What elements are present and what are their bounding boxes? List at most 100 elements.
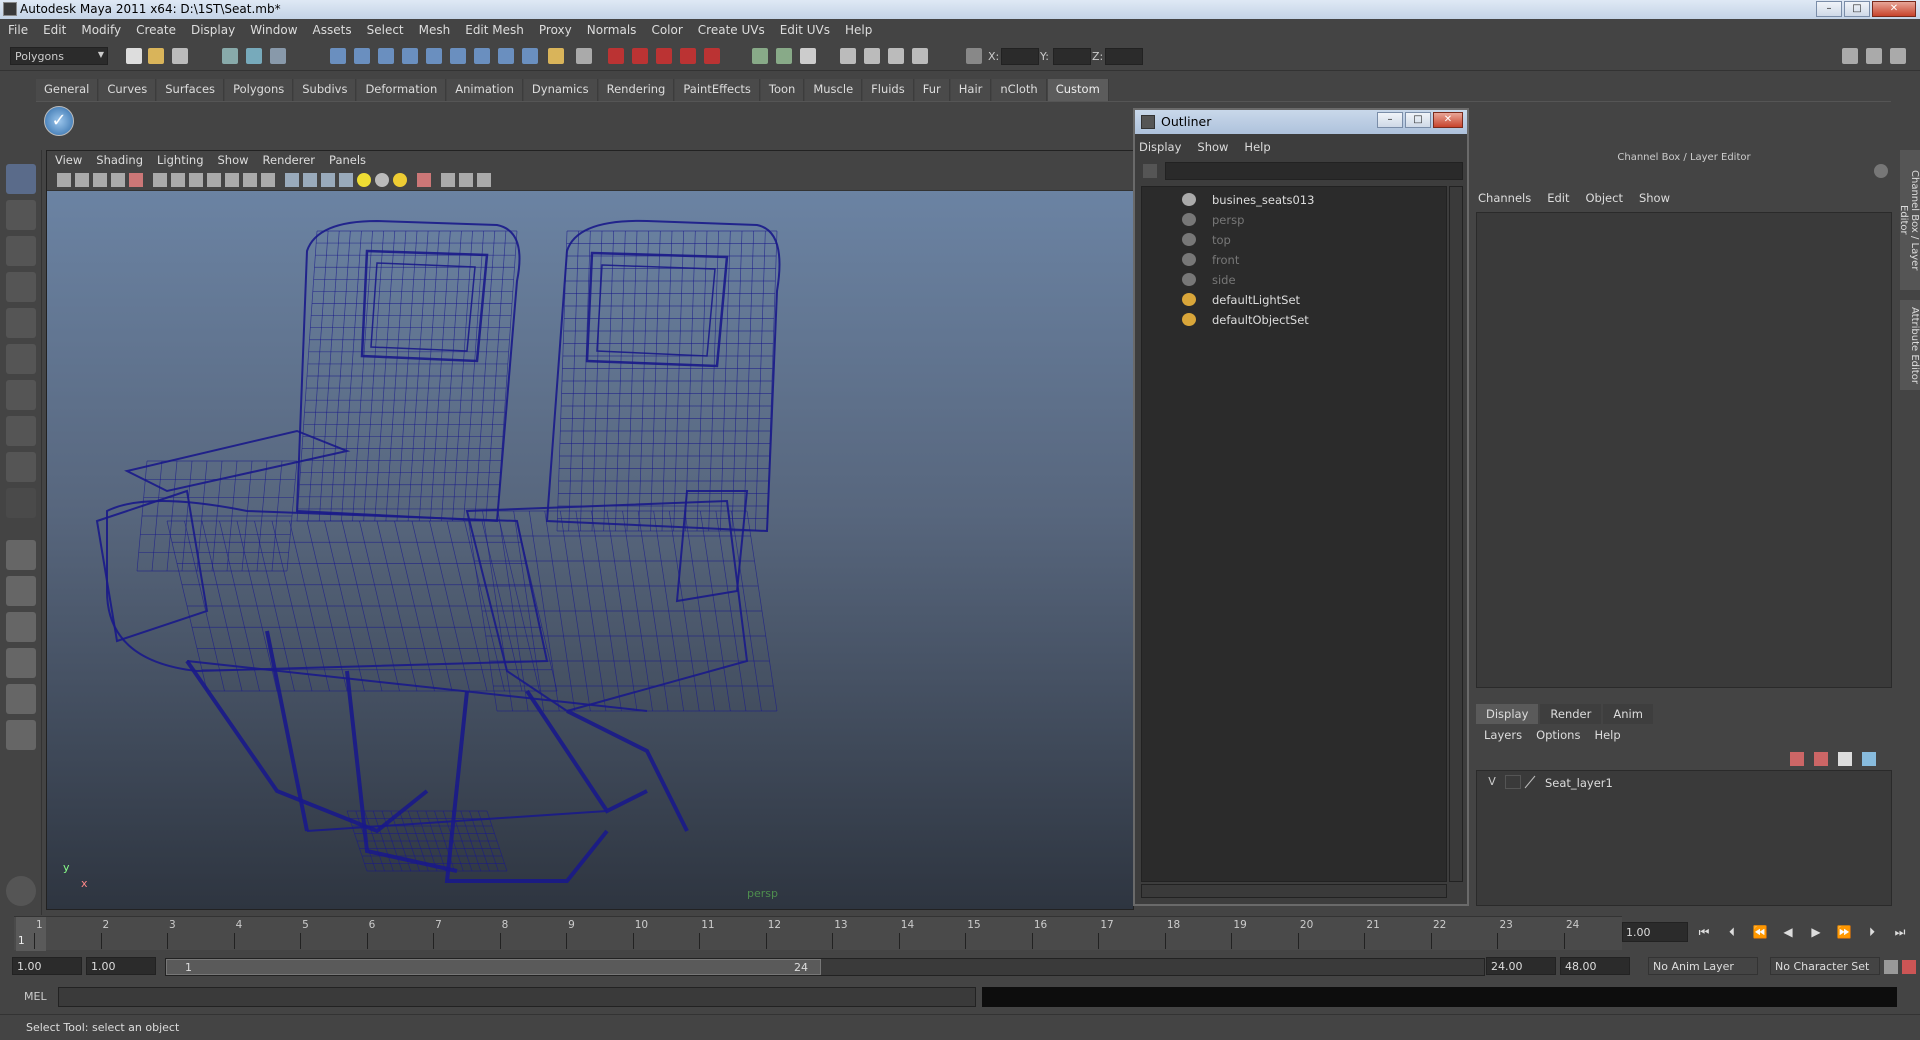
layer-tab-anim[interactable]: Anim: [1603, 704, 1653, 724]
snap-surface-icon[interactable]: [426, 48, 442, 64]
show-manipulator-tool-icon[interactable]: [6, 452, 36, 482]
resolution-gate-icon[interactable]: [189, 173, 203, 187]
shelf-tab-deformation[interactable]: Deformation: [357, 79, 447, 101]
script-language-label[interactable]: MEL: [24, 990, 47, 1003]
seat-wireframe-model[interactable]: [47, 191, 1133, 909]
camera-attributes-icon[interactable]: [75, 173, 89, 187]
anim-layer-dropdown[interactable]: No Anim Layer: [1648, 957, 1758, 975]
tool-settings-icon[interactable]: [800, 48, 816, 64]
outliner-minimize-button[interactable]: –: [1377, 112, 1403, 128]
menu-modify[interactable]: Modify: [81, 23, 121, 37]
outliner-item[interactable]: top: [1142, 231, 1446, 249]
range-slider-track[interactable]: 1 24: [165, 958, 1485, 976]
use-default-lighting-icon[interactable]: [357, 173, 371, 187]
gate-mask-icon[interactable]: [207, 173, 221, 187]
rotate-tool-icon[interactable]: [6, 308, 36, 338]
shelf-tab-hair[interactable]: Hair: [950, 79, 992, 101]
safe-action-icon[interactable]: [243, 173, 257, 187]
shelf-tab-rendering[interactable]: Rendering: [598, 79, 675, 101]
camera-select-icon[interactable]: [57, 173, 71, 187]
menu-set-dropdown[interactable]: Polygons: [10, 47, 108, 65]
character-set-dropdown[interactable]: No Character Set: [1770, 957, 1880, 975]
menu-create[interactable]: Create: [136, 23, 176, 37]
construction-history-icon[interactable]: [450, 48, 466, 64]
graph-editor-icon[interactable]: [888, 48, 904, 64]
menu-help[interactable]: Help: [845, 23, 872, 37]
outliner-titlebar[interactable]: Outliner – □ ✕: [1135, 110, 1467, 134]
shelf-tab-painteffects[interactable]: PaintEffects: [675, 79, 760, 101]
menu-file[interactable]: File: [8, 23, 28, 37]
shelf-tab-toon[interactable]: Toon: [760, 79, 805, 101]
channel-box-menu-show[interactable]: Show: [1639, 191, 1670, 205]
transform-input-icon[interactable]: [966, 48, 982, 64]
manipulator-tool-icon[interactable]: [6, 380, 36, 410]
persp-graph-layout-icon[interactable]: [6, 648, 36, 678]
outliner-item[interactable]: defaultObjectSet: [1142, 311, 1446, 329]
layer-tab-display[interactable]: Display: [1476, 704, 1539, 724]
shadows-icon[interactable]: [393, 173, 407, 187]
persp-outliner-layout-icon[interactable]: [6, 612, 36, 642]
viewport-menu-panels[interactable]: Panels: [329, 153, 366, 167]
layout-icon[interactable]: [1842, 48, 1858, 64]
custom-layout-icon[interactable]: [6, 720, 36, 750]
outliner-maximize-button[interactable]: □: [1405, 112, 1431, 128]
shelf-tab-fluids[interactable]: Fluids: [863, 79, 914, 101]
select-object-icon[interactable]: [246, 48, 262, 64]
outliner-menu-show[interactable]: Show: [1197, 140, 1228, 154]
range-slider-handle[interactable]: 1 24: [166, 959, 821, 975]
tool-settings-toggle-icon[interactable]: [1890, 48, 1906, 64]
snap-grid-icon[interactable]: [330, 48, 346, 64]
viewport-menu-lighting[interactable]: Lighting: [157, 153, 203, 167]
outliner-item[interactable]: persp: [1142, 211, 1446, 229]
attribute-editor-icon[interactable]: [776, 48, 792, 64]
select-hierarchy-icon[interactable]: [222, 48, 238, 64]
menu-assets[interactable]: Assets: [313, 23, 352, 37]
shelf-tab-general[interactable]: General: [36, 79, 99, 101]
menu-select[interactable]: Select: [367, 23, 404, 37]
select-tool-icon[interactable]: [6, 164, 36, 194]
layer-row[interactable]: V Seat_layer1: [1477, 773, 1891, 793]
outliner-item[interactable]: busines_seats013: [1142, 191, 1446, 209]
channel-box-toggle-icon[interactable]: [1866, 48, 1882, 64]
menu-color[interactable]: Color: [651, 23, 682, 37]
field-chart-icon[interactable]: [225, 173, 239, 187]
x-field[interactable]: [1001, 48, 1039, 65]
side-tab-channel-box[interactable]: Channel Box / Layer Editor: [1898, 150, 1920, 290]
output-ops-icon[interactable]: [498, 48, 514, 64]
new-layer-selected-icon[interactable]: [1862, 752, 1876, 766]
step-back-frame-icon[interactable]: ⏴: [1722, 923, 1742, 941]
step-back-key-icon[interactable]: ⏪: [1750, 923, 1770, 941]
shelf-tab-dynamics[interactable]: Dynamics: [523, 79, 598, 101]
playback-end-field[interactable]: 24.00: [1486, 957, 1556, 975]
shelf-tab-custom[interactable]: Custom: [1047, 79, 1109, 101]
side-tab-attribute-editor[interactable]: Attribute Editor: [1900, 300, 1920, 390]
wireframe-on-shaded-icon[interactable]: [321, 173, 335, 187]
use-all-lights-icon[interactable]: [375, 173, 389, 187]
menu-proxy[interactable]: Proxy: [539, 23, 572, 37]
last-tool-icon[interactable]: [6, 488, 36, 518]
viewport-menu-show[interactable]: Show: [218, 153, 249, 167]
play-backwards-icon[interactable]: ◀: [1778, 923, 1798, 941]
paint-select-tool-icon[interactable]: [6, 236, 36, 266]
channel-box-menu-edit[interactable]: Edit: [1547, 191, 1569, 205]
single-perspective-layout-icon[interactable]: [6, 540, 36, 570]
channel-box-menu-object[interactable]: Object: [1586, 191, 1623, 205]
outliner-item[interactable]: side: [1142, 271, 1446, 289]
menu-create-uvs[interactable]: Create UVs: [698, 23, 765, 37]
snap-point-icon[interactable]: [378, 48, 394, 64]
snap-plane-icon[interactable]: [402, 48, 418, 64]
menu-edit-uvs[interactable]: Edit UVs: [780, 23, 830, 37]
soft-modification-tool-icon[interactable]: [6, 416, 36, 446]
step-forward-frame-icon[interactable]: ⏵: [1862, 923, 1882, 941]
wireframe-icon[interactable]: [285, 173, 299, 187]
layer-tab-render[interactable]: Render: [1540, 704, 1602, 724]
menu-edit[interactable]: Edit: [43, 23, 66, 37]
outliner-item[interactable]: defaultLightSet: [1142, 291, 1446, 309]
grid-toggle-icon[interactable]: [153, 173, 167, 187]
viewport-menu-view[interactable]: View: [55, 153, 82, 167]
auto-key-icon[interactable]: [1884, 960, 1898, 974]
shelf-tab-surfaces[interactable]: Surfaces: [157, 79, 225, 101]
playback-start-field[interactable]: 1.00: [86, 957, 156, 975]
safe-title-icon[interactable]: [261, 173, 275, 187]
move-tool-icon[interactable]: [6, 272, 36, 302]
